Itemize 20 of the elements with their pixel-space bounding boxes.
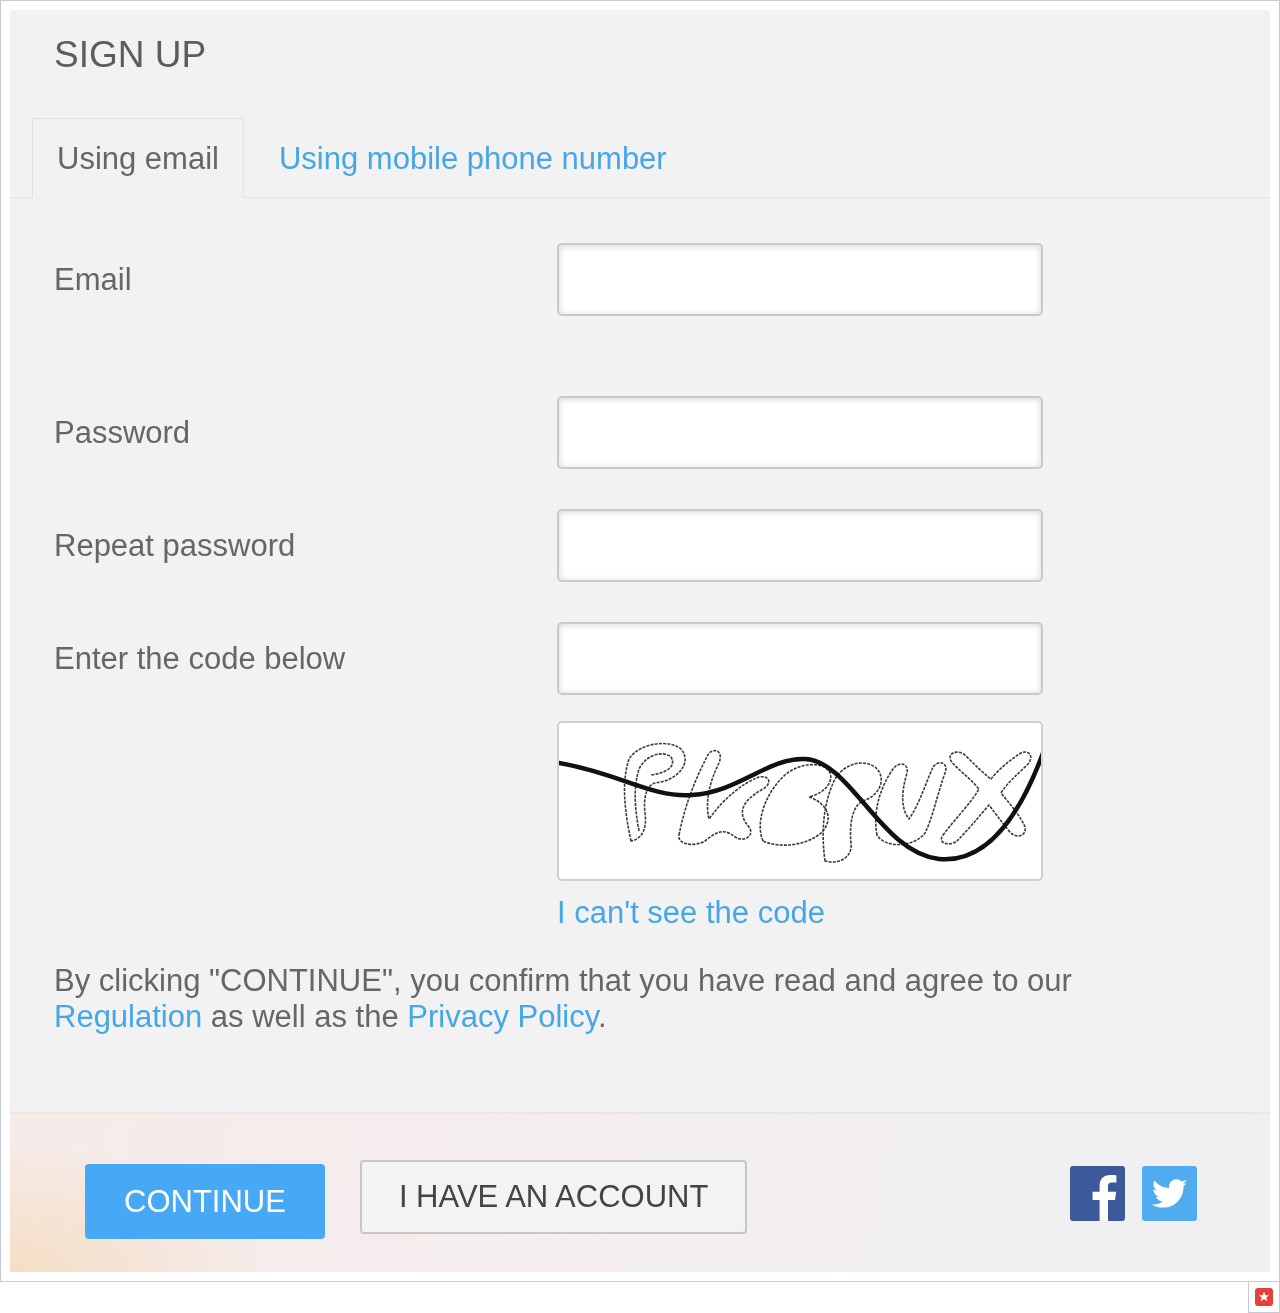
field-label: Email (54, 261, 132, 298)
page-title: SIGN UP (54, 34, 207, 76)
tab[interactable]: Using email (32, 118, 244, 198)
consent-text: By clicking "CONTINUE", you confirm that you have read and agree to our Regulation as well as the Privacy Policy. (54, 963, 1073, 1035)
star-badge-icon[interactable] (1255, 1288, 1273, 1306)
input-field[interactable] (557, 243, 1043, 316)
field-label: Repeat password (54, 527, 296, 564)
field-label: Enter the code below (54, 640, 346, 677)
twitter-icon[interactable] (1142, 1166, 1197, 1221)
input-field[interactable] (557, 396, 1043, 469)
continue-button[interactable]: CONTINUE (85, 1164, 325, 1239)
facebook-icon[interactable] (1070, 1166, 1125, 1221)
field-label: Password (54, 414, 191, 451)
input-field[interactable] (557, 622, 1043, 695)
policy-link[interactable]: Regulation (54, 999, 203, 1034)
tab[interactable]: Using mobile phone number (253, 118, 692, 198)
policy-link[interactable]: Privacy Policy (407, 999, 598, 1034)
account-button[interactable]: I HAVE AN ACCOUNT (359, 1160, 748, 1234)
cant-see-code-link[interactable]: I can't see the code (557, 895, 825, 931)
input-field[interactable] (557, 509, 1043, 582)
